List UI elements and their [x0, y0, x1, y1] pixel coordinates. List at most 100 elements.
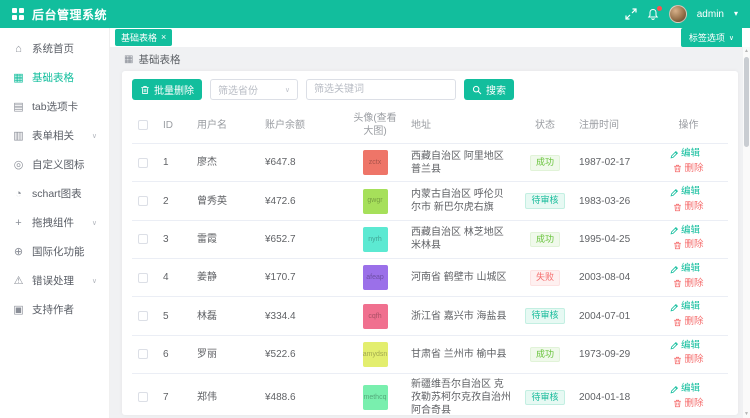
status-badge: 成功: [530, 232, 560, 248]
user-avatar[interactable]: [669, 5, 687, 23]
cell-balance: ¥334.4: [259, 297, 345, 335]
edit-label: 编辑: [681, 225, 700, 237]
delete-button[interactable]: 删除: [673, 239, 703, 251]
delete-button[interactable]: 删除: [673, 201, 703, 213]
delete-button[interactable]: 删除: [673, 163, 703, 175]
avatar-image[interactable]: afeap: [363, 265, 388, 290]
sidebar-item-tabs[interactable]: ▤tab选项卡: [0, 92, 109, 121]
delete-trash-icon: [673, 399, 682, 408]
scroll-up-icon[interactable]: ▲: [743, 47, 750, 55]
delete-button[interactable]: 删除: [673, 398, 703, 410]
cell-username: 姜静: [191, 259, 259, 297]
column-header: 用户名: [191, 107, 259, 144]
edit-pencil-icon: [670, 226, 679, 235]
delete-label: 删除: [684, 163, 703, 175]
delete-trash-icon: [673, 164, 682, 173]
sidebar-item-label: 系统首页: [32, 41, 97, 56]
row-checkbox[interactable]: [138, 234, 148, 244]
row-checkbox[interactable]: [138, 349, 148, 359]
tab-basic-table[interactable]: 基础表格 ×: [115, 29, 172, 46]
keyword-input[interactable]: [306, 79, 456, 100]
avatar-image[interactable]: methcq: [363, 385, 388, 410]
row-checkbox[interactable]: [138, 311, 148, 321]
tab-close-icon[interactable]: ×: [161, 33, 166, 42]
sidebar-item-error[interactable]: ⚠错误处理∨: [0, 266, 109, 295]
username: admin: [697, 9, 724, 20]
sidebar-item-label: 基础表格: [32, 70, 97, 85]
sidebar-item-custom-icon[interactable]: ◎自定义图标: [0, 150, 109, 179]
cell-avatar: zctx: [345, 144, 405, 182]
batch-delete-button[interactable]: 批量删除: [132, 79, 202, 100]
table-row: 3雷霞¥652.7nyrh西藏自治区 林芝地区 米林县成功1995-04-25编…: [132, 220, 728, 258]
cell-register-date: 1987-02-17: [573, 144, 649, 182]
column-header: 操作: [649, 107, 728, 144]
table-toolbar: 批量删除 筛选省份 ∨ 搜索: [132, 79, 728, 100]
edit-button[interactable]: 编辑: [670, 225, 700, 237]
avatar-image[interactable]: zctx: [363, 150, 388, 175]
delete-button[interactable]: 删除: [673, 278, 703, 290]
sidebar-item-schart[interactable]: ◔schart图表: [0, 179, 109, 208]
edit-button[interactable]: 编辑: [670, 263, 700, 275]
chevron-down-icon: ∨: [92, 277, 97, 285]
sidebar-item-i18n[interactable]: ⊕国际化功能: [0, 237, 109, 266]
row-checkbox-cell: [132, 220, 157, 258]
scrollbar[interactable]: ▲ ▼: [743, 47, 750, 418]
notification-dot: [657, 6, 662, 11]
status-badge: 成功: [530, 347, 560, 363]
scrollbar-thumb[interactable]: [744, 57, 749, 147]
row-checkbox[interactable]: [138, 196, 148, 206]
menu-grid-icon[interactable]: [12, 8, 24, 20]
sidebar-item-basic-table[interactable]: ▦基础表格: [0, 63, 109, 92]
cell-operations: 编辑删除: [649, 374, 728, 418]
edit-button[interactable]: 编辑: [670, 148, 700, 160]
tab-options-button[interactable]: 标签选项 ∨: [681, 28, 742, 47]
sidebar-item-forms[interactable]: ▥表单相关∨: [0, 121, 109, 150]
fullscreen-icon[interactable]: [625, 8, 637, 20]
avatar-image[interactable]: gwgr: [363, 189, 388, 214]
tab-icon: ▤: [12, 100, 25, 113]
avatar-image[interactable]: nyrh: [363, 227, 388, 252]
search-label: 搜索: [486, 82, 506, 97]
edit-button[interactable]: 编辑: [670, 301, 700, 313]
cell-avatar: cqfh: [345, 297, 405, 335]
avatar-image[interactable]: amydsn: [363, 342, 388, 367]
scroll-down-icon[interactable]: ▼: [743, 410, 750, 418]
sidebar-item-home[interactable]: ⌂ 系统首页: [0, 34, 109, 63]
edit-button[interactable]: 编辑: [670, 340, 700, 352]
sidebar-item-drag[interactable]: +拖拽组件∨: [0, 208, 109, 237]
cell-id: 3: [157, 220, 191, 258]
cell-address: 甘肃省 兰州市 榆中县: [405, 335, 517, 373]
table-row: 1廖杰¥647.8zctx西藏自治区 阿里地区 普兰县成功1987-02-17编…: [132, 144, 728, 182]
column-header: ID: [157, 107, 191, 144]
province-filter-select[interactable]: 筛选省份 ∨: [210, 79, 298, 100]
tab-options-label: 标签选项: [689, 31, 725, 44]
sidebar-item-donate[interactable]: ▣支持作者: [0, 295, 109, 324]
row-checkbox[interactable]: [138, 392, 148, 402]
select-all-checkbox[interactable]: [138, 120, 148, 130]
cell-register-date: 1983-03-26: [573, 182, 649, 220]
notification-bell-icon[interactable]: [647, 8, 659, 20]
tab-label: 基础表格: [121, 31, 157, 44]
delete-button[interactable]: 删除: [673, 354, 703, 366]
edit-button[interactable]: 编辑: [670, 186, 700, 198]
cell-id: 1: [157, 144, 191, 182]
user-menu-caret-icon[interactable]: ▾: [734, 10, 738, 18]
cell-address: 浙江省 嘉兴市 海盐县: [405, 297, 517, 335]
table-row: 7郑伟¥488.6methcq新疆维吾尔自治区 克孜勒苏柯尔克孜自治州 阿合奇县…: [132, 374, 728, 418]
home-icon: ⌂: [12, 43, 25, 55]
search-button[interactable]: 搜索: [464, 79, 514, 100]
edit-button[interactable]: 编辑: [670, 383, 700, 395]
delete-button[interactable]: 删除: [673, 316, 703, 328]
row-checkbox[interactable]: [138, 273, 148, 283]
edit-pencil-icon: [670, 385, 679, 394]
cell-register-date: 2004-01-18: [573, 374, 649, 418]
cell-id: 4: [157, 259, 191, 297]
cell-address: 西藏自治区 林芝地区 米林县: [405, 220, 517, 258]
cell-operations: 编辑删除: [649, 182, 728, 220]
batch-delete-label: 批量删除: [154, 82, 194, 97]
avatar-image[interactable]: cqfh: [363, 304, 388, 329]
table-row: 4姜静¥170.7afeap河南省 鹤壁市 山城区失败2003-08-04编辑删…: [132, 259, 728, 297]
row-checkbox[interactable]: [138, 158, 148, 168]
chart-icon: ◔: [12, 188, 25, 200]
drag-icon: +: [12, 217, 25, 229]
